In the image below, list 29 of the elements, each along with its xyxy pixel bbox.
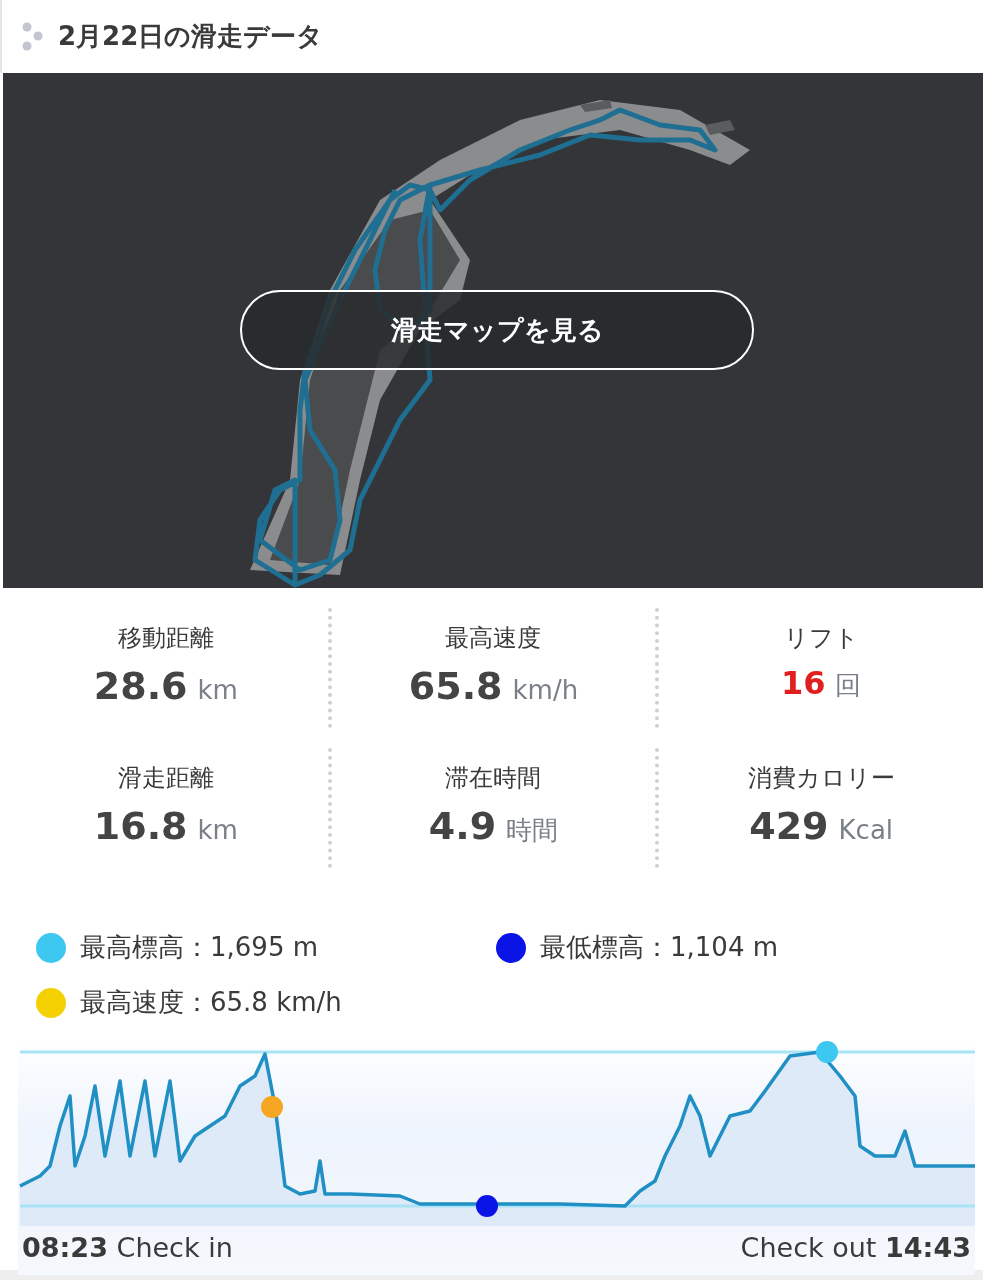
stat-label: リフト [783, 623, 859, 654]
stat-label: 滑走距離 [117, 763, 214, 794]
max-elevation-marker [816, 1041, 838, 1063]
stat-value: 28.6 [93, 664, 188, 708]
stat-unit: 時間 [506, 814, 559, 847]
stat-value: 429 [749, 804, 829, 848]
view-map-button[interactable]: 滑走マップを見る [240, 290, 754, 370]
stat-value: 65.8 [408, 664, 503, 708]
check-in-time: 08:23 Check in [22, 1232, 233, 1263]
dots-icon [22, 21, 44, 52]
page-title: 2月22日の滑走データ [58, 20, 324, 53]
stat-value: 16 [780, 664, 826, 702]
min-elevation-marker [476, 1195, 498, 1217]
stat-unit: Kcal [838, 815, 894, 845]
stat-unit: km/h [512, 675, 579, 705]
check-out-time: Check out 14:43 [740, 1232, 971, 1263]
stat-label: 滞在時間 [445, 763, 542, 794]
max-speed-marker [261, 1096, 283, 1118]
legend-label: 最低標高：1,104 m [540, 931, 779, 964]
legend-label: 最高標高：1,695 m [80, 931, 319, 964]
stat-label: 移動距離 [117, 623, 214, 654]
stat-label: 最高速度 [445, 623, 542, 654]
stat-value: 4.9 [428, 804, 497, 848]
stat-unit: km [197, 815, 238, 845]
stat-unit: 回 [835, 669, 862, 702]
stat-label: 消費カロリー [747, 763, 895, 794]
legend-label: 最高速度：65.8 km/h [80, 986, 342, 1019]
stat-value: 16.8 [93, 804, 188, 848]
stat-unit: km [197, 675, 238, 705]
